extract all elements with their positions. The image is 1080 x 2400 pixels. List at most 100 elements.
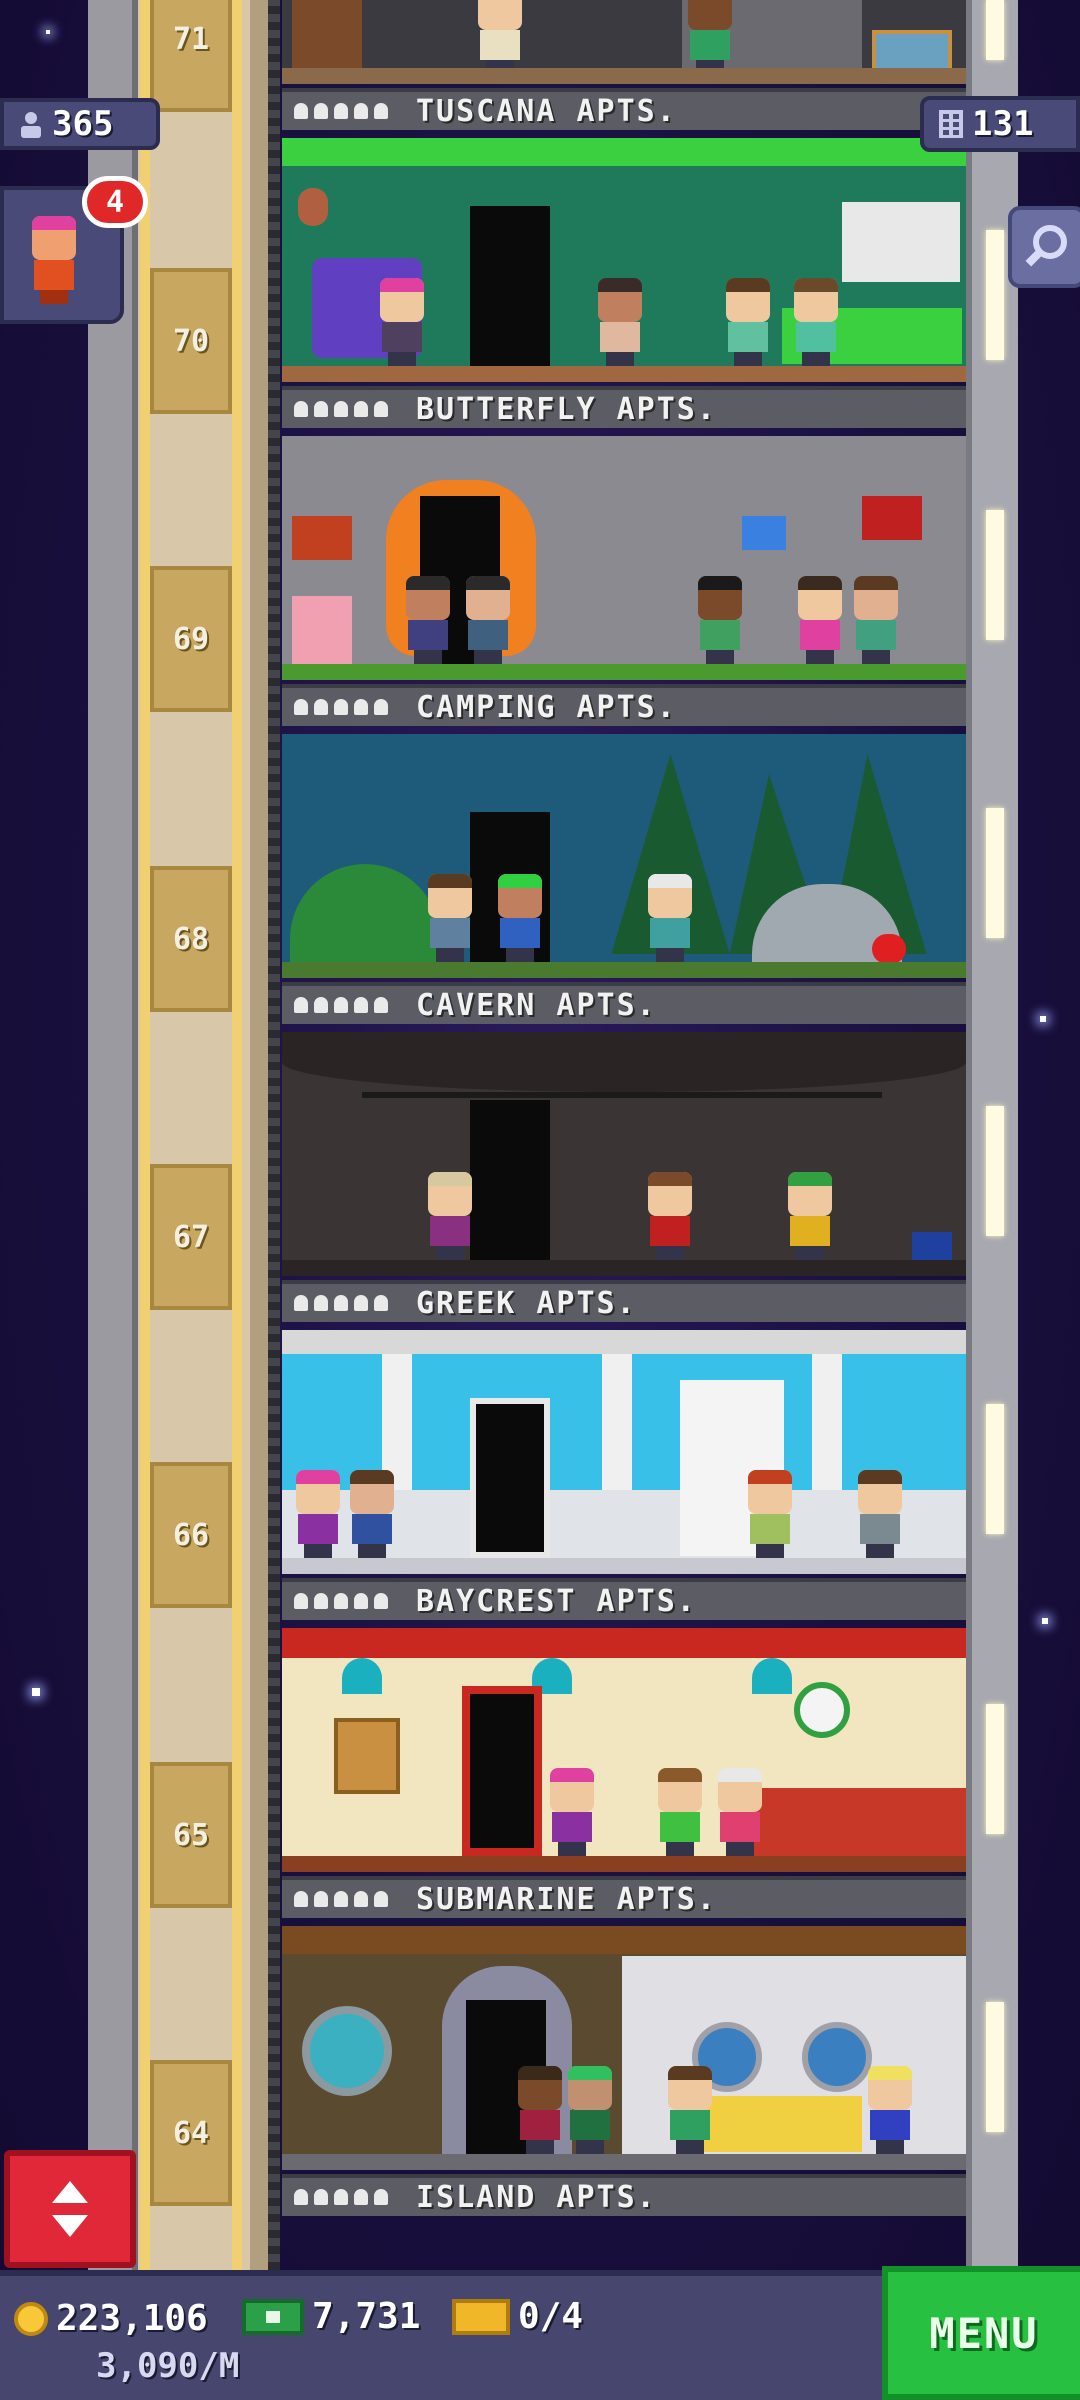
resident[interactable]: [782, 1172, 838, 1260]
room-interior: [282, 1926, 966, 2170]
apartment-door[interactable]: [470, 1398, 550, 1558]
resident[interactable]: [852, 1470, 908, 1558]
butterfly-decor: [862, 496, 922, 540]
floor-name: CAMPING APTS.: [416, 689, 677, 725]
window-light: [986, 1704, 1004, 1834]
resident[interactable]: [422, 874, 478, 962]
window-light: [986, 1106, 1004, 1236]
resident[interactable]: [400, 576, 456, 664]
floor-number: 66: [150, 1462, 232, 1608]
window-light: [986, 1404, 1004, 1534]
ceiling-trim: [282, 138, 966, 166]
ceiling-trim: [282, 1628, 966, 1658]
residents-icon: [294, 103, 388, 119]
floor-64[interactable]: ISLAND APTS.: [282, 1926, 966, 2224]
resident[interactable]: [422, 1172, 478, 1260]
elevator-track: [250, 0, 270, 2270]
floor-number: 70: [150, 268, 232, 414]
coins-display[interactable]: 223,106: [14, 2298, 208, 2339]
resident[interactable]: [788, 278, 844, 366]
tickets-value: 0/4: [518, 2296, 584, 2337]
floor-71[interactable]: TUSCANA APTS.: [282, 0, 966, 138]
resident[interactable]: [344, 1470, 400, 1558]
population-counter[interactable]: 365: [0, 98, 160, 150]
floor-name: TUSCANA APTS.: [416, 93, 677, 129]
floor-label: ISLAND APTS.: [282, 2174, 966, 2216]
apartment-door[interactable]: [470, 1100, 550, 1260]
floor-name: ISLAND APTS.: [416, 2179, 657, 2215]
apartment-door[interactable]: [470, 206, 550, 366]
box: [912, 1232, 952, 1262]
vase: [298, 188, 328, 226]
resident[interactable]: [692, 576, 748, 664]
coin-icon: [14, 2301, 48, 2336]
wall-clock: [794, 1682, 850, 1738]
floor-name: SUBMARINE APTS.: [416, 1881, 717, 1917]
bux-value: 7,731: [312, 2296, 421, 2337]
floor-name: CAVERN APTS.: [416, 987, 657, 1023]
floor-surface: [282, 2154, 966, 2170]
people-icon: [21, 112, 41, 138]
resident[interactable]: [792, 576, 848, 664]
floor-label: CAVERN APTS.: [282, 982, 966, 1024]
window-light: [986, 0, 1004, 60]
tickets-display[interactable]: 0/4: [452, 2296, 583, 2337]
floor-number: 69: [150, 566, 232, 712]
string-lights: [362, 1092, 882, 1098]
floors-counter[interactable]: 131: [920, 96, 1080, 152]
floor-surface: [282, 962, 966, 978]
resident[interactable]: [472, 0, 528, 74]
resident[interactable]: [682, 0, 738, 74]
resident[interactable]: [562, 2066, 618, 2154]
floor-65[interactable]: SUBMARINE APTS.: [282, 1628, 966, 1926]
floors-icon: [939, 110, 963, 138]
resident[interactable]: [720, 278, 776, 366]
floor-label: BUTTERFLY APTS.: [282, 386, 966, 428]
room-interior: [282, 1032, 966, 1276]
elevator-cable: [268, 0, 280, 2270]
resident[interactable]: [460, 576, 516, 664]
floor-label: GREEK APTS.: [282, 1280, 966, 1322]
floor-68[interactable]: CAVERN APTS.: [282, 734, 966, 1032]
resident[interactable]: [652, 1768, 708, 1856]
resident[interactable]: [642, 1172, 698, 1260]
greek-frieze: [282, 1330, 966, 1354]
floor-66[interactable]: BAYCREST APTS.: [282, 1330, 966, 1628]
bux-icon: [242, 2298, 304, 2335]
floor-69[interactable]: CAMPING APTS.: [282, 436, 966, 734]
resident[interactable]: [848, 576, 904, 664]
elevator-button[interactable]: [4, 2150, 136, 2268]
floor-surface: [282, 68, 966, 84]
pendant-lamp: [342, 1658, 382, 1694]
resident[interactable]: [742, 1470, 798, 1558]
resident[interactable]: [642, 874, 698, 962]
residents-icon: [294, 1295, 388, 1311]
elevator-arrows-icon: [52, 2181, 88, 2237]
star: [32, 1688, 40, 1696]
resident[interactable]: [592, 278, 648, 366]
resident[interactable]: [512, 2066, 568, 2154]
resident[interactable]: [712, 1768, 768, 1856]
star: [46, 30, 50, 34]
tower-left-wall: [88, 0, 138, 2270]
resident[interactable]: [492, 874, 548, 962]
menu-button[interactable]: MENU: [882, 2266, 1080, 2400]
floor-surface: [282, 1856, 966, 1872]
visitor-avatar: [26, 216, 82, 304]
apartment-door[interactable]: [462, 1686, 542, 1856]
search-icon: [1025, 225, 1067, 267]
floor-67[interactable]: GREEK APTS.: [282, 1032, 966, 1330]
search-button[interactable]: [1008, 206, 1080, 288]
bux-display[interactable]: 7,731: [242, 2296, 420, 2337]
resident[interactable]: [290, 1470, 346, 1558]
elevator-rail-left: [140, 0, 150, 2270]
pendant-lamp: [752, 1658, 792, 1694]
floor-70[interactable]: BUTTERFLY APTS.: [282, 138, 966, 436]
floor-label: SUBMARINE APTS.: [282, 1876, 966, 1918]
resident[interactable]: [662, 2066, 718, 2154]
floors-value: 131: [972, 104, 1034, 144]
resident[interactable]: [374, 278, 430, 366]
resident[interactable]: [862, 2066, 918, 2154]
resident[interactable]: [544, 1768, 600, 1856]
window-light: [986, 808, 1004, 938]
